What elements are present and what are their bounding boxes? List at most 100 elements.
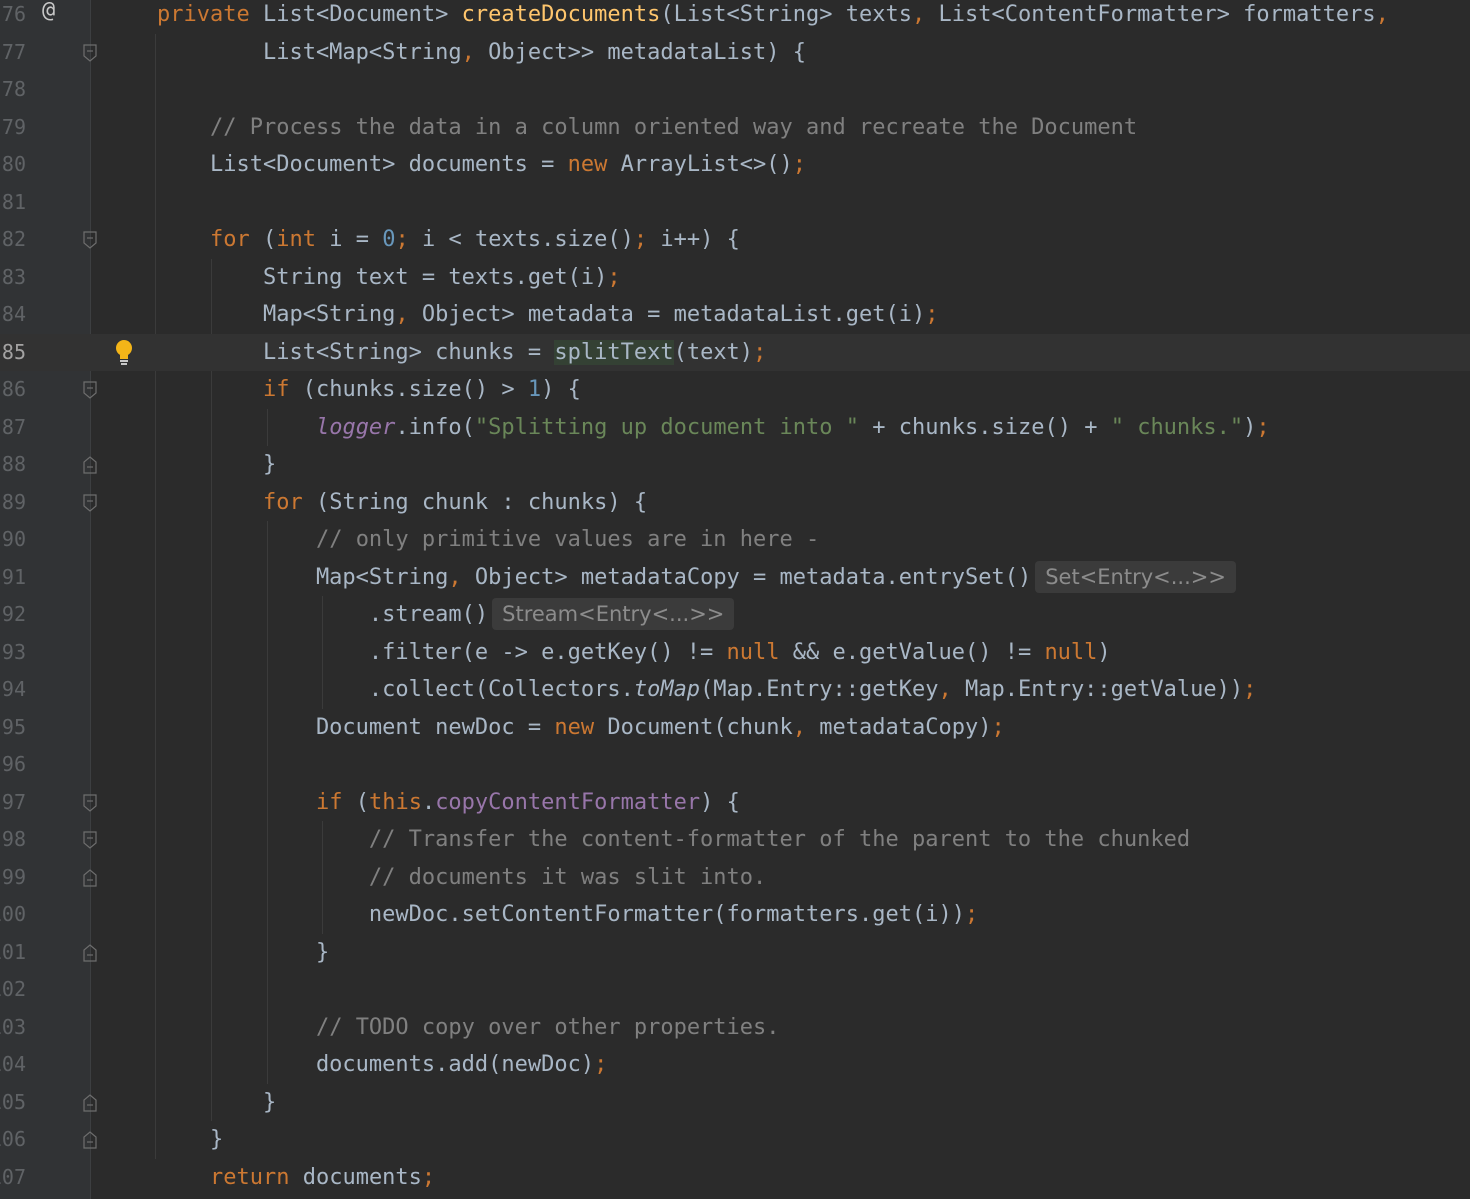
fold-collapse-icon[interactable]	[82, 381, 98, 399]
fold-end-icon[interactable]	[82, 1131, 98, 1149]
code-line[interactable]: 78	[0, 71, 1470, 109]
code-text[interactable]: }	[157, 934, 329, 972]
line-number[interactable]: 104	[0, 1046, 26, 1084]
line-number[interactable]: 103	[0, 1009, 26, 1047]
code-text[interactable]: .collect(Collectors.toMap(Map.Entry::get…	[157, 671, 1256, 709]
fold-collapse-icon[interactable]	[82, 231, 98, 249]
code-line[interactable]: 96	[0, 746, 1470, 784]
line-number[interactable]: 91	[0, 559, 26, 597]
line-number[interactable]: 99	[0, 859, 26, 897]
code-text[interactable]: private List<Document> createDocuments(L…	[157, 0, 1389, 34]
code-line[interactable]: 107 return documents;	[0, 1159, 1470, 1197]
line-number[interactable]: 97	[0, 784, 26, 822]
line-number[interactable]: 90	[0, 521, 26, 559]
code-line[interactable]: 82 for (int i = 0; i < texts.size(); i++…	[0, 221, 1470, 259]
line-number[interactable]: 86	[0, 371, 26, 409]
line-number[interactable]: 82	[0, 221, 26, 259]
code-line[interactable]: 88 }	[0, 446, 1470, 484]
line-number[interactable]: 87	[0, 409, 26, 447]
code-text[interactable]: return documents;	[157, 1159, 435, 1197]
line-number[interactable]: 83	[0, 259, 26, 297]
code-text[interactable]: List<Document> documents = new ArrayList…	[157, 146, 806, 184]
code-line[interactable]: 104 documents.add(newDoc);	[0, 1046, 1470, 1084]
line-number[interactable]: 79	[0, 109, 26, 147]
implements-at-icon[interactable]: @	[42, 0, 55, 26]
fold-end-icon[interactable]	[82, 1093, 98, 1112]
code-line[interactable]: 86 if (chunks.size() > 1) {	[0, 371, 1470, 409]
bulb-icon[interactable]	[113, 338, 135, 366]
code-text[interactable]: if (this.copyContentFormatter) {	[157, 784, 740, 822]
code-line[interactable]: 97 if (this.copyContentFormatter) {	[0, 784, 1470, 822]
line-number[interactable]: 95	[0, 709, 26, 747]
code-line[interactable]: 84 Map<String, Object> metadata = metada…	[0, 296, 1470, 334]
code-line[interactable]: 106 }	[0, 1121, 1470, 1159]
line-number[interactable]: 106	[0, 1121, 26, 1159]
line-number[interactable]: 80	[0, 146, 26, 184]
line-number[interactable]: 81	[0, 184, 26, 222]
line-number[interactable]: 93	[0, 634, 26, 672]
code-text[interactable]: // Transfer the content-formatter of the…	[157, 821, 1190, 859]
line-number[interactable]: 96	[0, 746, 26, 784]
code-text[interactable]: documents.add(newDoc);	[157, 1046, 607, 1084]
code-line[interactable]: 80 List<Document> documents = new ArrayL…	[0, 146, 1470, 184]
code-line[interactable]: 79 // Process the data in a column orien…	[0, 109, 1470, 147]
code-line[interactable]: 102	[0, 971, 1470, 1009]
code-editor[interactable]: 76 @ private List<Document> createDocument…	[0, 0, 1470, 1199]
code-text[interactable]: newDoc.setContentFormatter(formatters.ge…	[157, 896, 978, 934]
code-text[interactable]: // TODO copy over other properties.	[157, 1009, 780, 1047]
line-number[interactable]: 101	[0, 934, 26, 972]
fold-collapse-icon[interactable]	[82, 43, 98, 62]
fold-collapse-icon[interactable]	[82, 493, 98, 512]
code-text[interactable]: .filter(e -> e.getKey() != null && e.get…	[157, 634, 1111, 672]
code-line[interactable]: 89 for (String chunk : chunks) {	[0, 484, 1470, 522]
code-text[interactable]: String text = texts.get(i);	[157, 259, 621, 297]
fold-collapse-icon[interactable]	[82, 831, 98, 849]
code-text[interactable]: // Process the data in a column oriented…	[157, 109, 1137, 147]
line-number[interactable]: 100	[0, 896, 26, 934]
code-text[interactable]: }	[157, 1084, 276, 1122]
line-number[interactable]: 89	[0, 484, 26, 522]
code-line[interactable]: 85 List<String> chunks = splitText(text)…	[0, 333, 1470, 372]
line-number[interactable]: 107	[0, 1159, 26, 1197]
code-text[interactable]: }	[157, 446, 276, 484]
fold-end-icon[interactable]	[82, 456, 98, 474]
code-line[interactable]: 93 .filter(e -> e.getKey() != null && e.…	[0, 634, 1470, 672]
fold-collapse-icon[interactable]	[82, 793, 98, 812]
code-text[interactable]: .stream() Stream<Entry<...>>	[157, 596, 735, 634]
line-number[interactable]: 98	[0, 821, 26, 859]
code-line[interactable]: 94 .collect(Collectors.toMap(Map.Entry::…	[0, 671, 1470, 709]
line-number[interactable]: 88	[0, 446, 26, 484]
code-line[interactable]: 76 @ private List<Document> createDocument…	[0, 0, 1470, 34]
code-line[interactable]: 99 // documents it was slit into.	[0, 859, 1470, 897]
code-text[interactable]: for (int i = 0; i < texts.size(); i++) {	[157, 221, 740, 259]
code-text[interactable]: Document newDoc = new Document(chunk, me…	[157, 709, 1005, 747]
fold-end-icon[interactable]	[82, 943, 98, 962]
code-text[interactable]: List<String> chunks = splitText(text);	[157, 334, 766, 372]
code-line[interactable]: 81	[0, 184, 1470, 222]
line-number[interactable]: 78	[0, 71, 26, 109]
code-line[interactable]: 87 logger.info("Splitting up document in…	[0, 409, 1470, 447]
code-line[interactable]: 100 newDoc.setContentFormatter(formatter…	[0, 896, 1470, 934]
code-line[interactable]: 95 Document newDoc = new Document(chunk,…	[0, 709, 1470, 747]
line-number[interactable]: 85	[0, 334, 26, 372]
line-number[interactable]: 84	[0, 296, 26, 334]
line-number[interactable]: 77	[0, 34, 26, 72]
code-line[interactable]: 91 Map<String, Object> metadataCopy = me…	[0, 559, 1470, 597]
code-text[interactable]: // only primitive values are in here -	[157, 521, 819, 559]
code-line[interactable]: 92 .stream() Stream<Entry<...>>	[0, 596, 1470, 634]
code-line[interactable]: 98 // Transfer the content-formatter of …	[0, 821, 1470, 859]
code-line[interactable]: 83 String text = texts.get(i);	[0, 259, 1470, 297]
line-number[interactable]: 92	[0, 596, 26, 634]
code-line[interactable]: 105 }	[0, 1084, 1470, 1122]
code-line[interactable]: 90 // only primitive values are in here …	[0, 521, 1470, 559]
code-line[interactable]: 103 // TODO copy over other properties.	[0, 1009, 1470, 1047]
code-line[interactable]: 77 List<Map<String, Object>> metadataLis…	[0, 34, 1470, 72]
code-text[interactable]: if (chunks.size() > 1) {	[157, 371, 581, 409]
code-text[interactable]: // documents it was slit into.	[157, 859, 766, 897]
code-text[interactable]: List<Map<String, Object>> metadataList) …	[157, 34, 806, 72]
line-number[interactable]: 76	[0, 0, 26, 34]
fold-end-icon[interactable]	[82, 868, 98, 887]
line-number[interactable]: 102	[0, 971, 26, 1009]
code-text[interactable]: Map<String, Object> metadata = metadataL…	[157, 296, 939, 334]
code-line[interactable]: 101 }	[0, 934, 1470, 972]
